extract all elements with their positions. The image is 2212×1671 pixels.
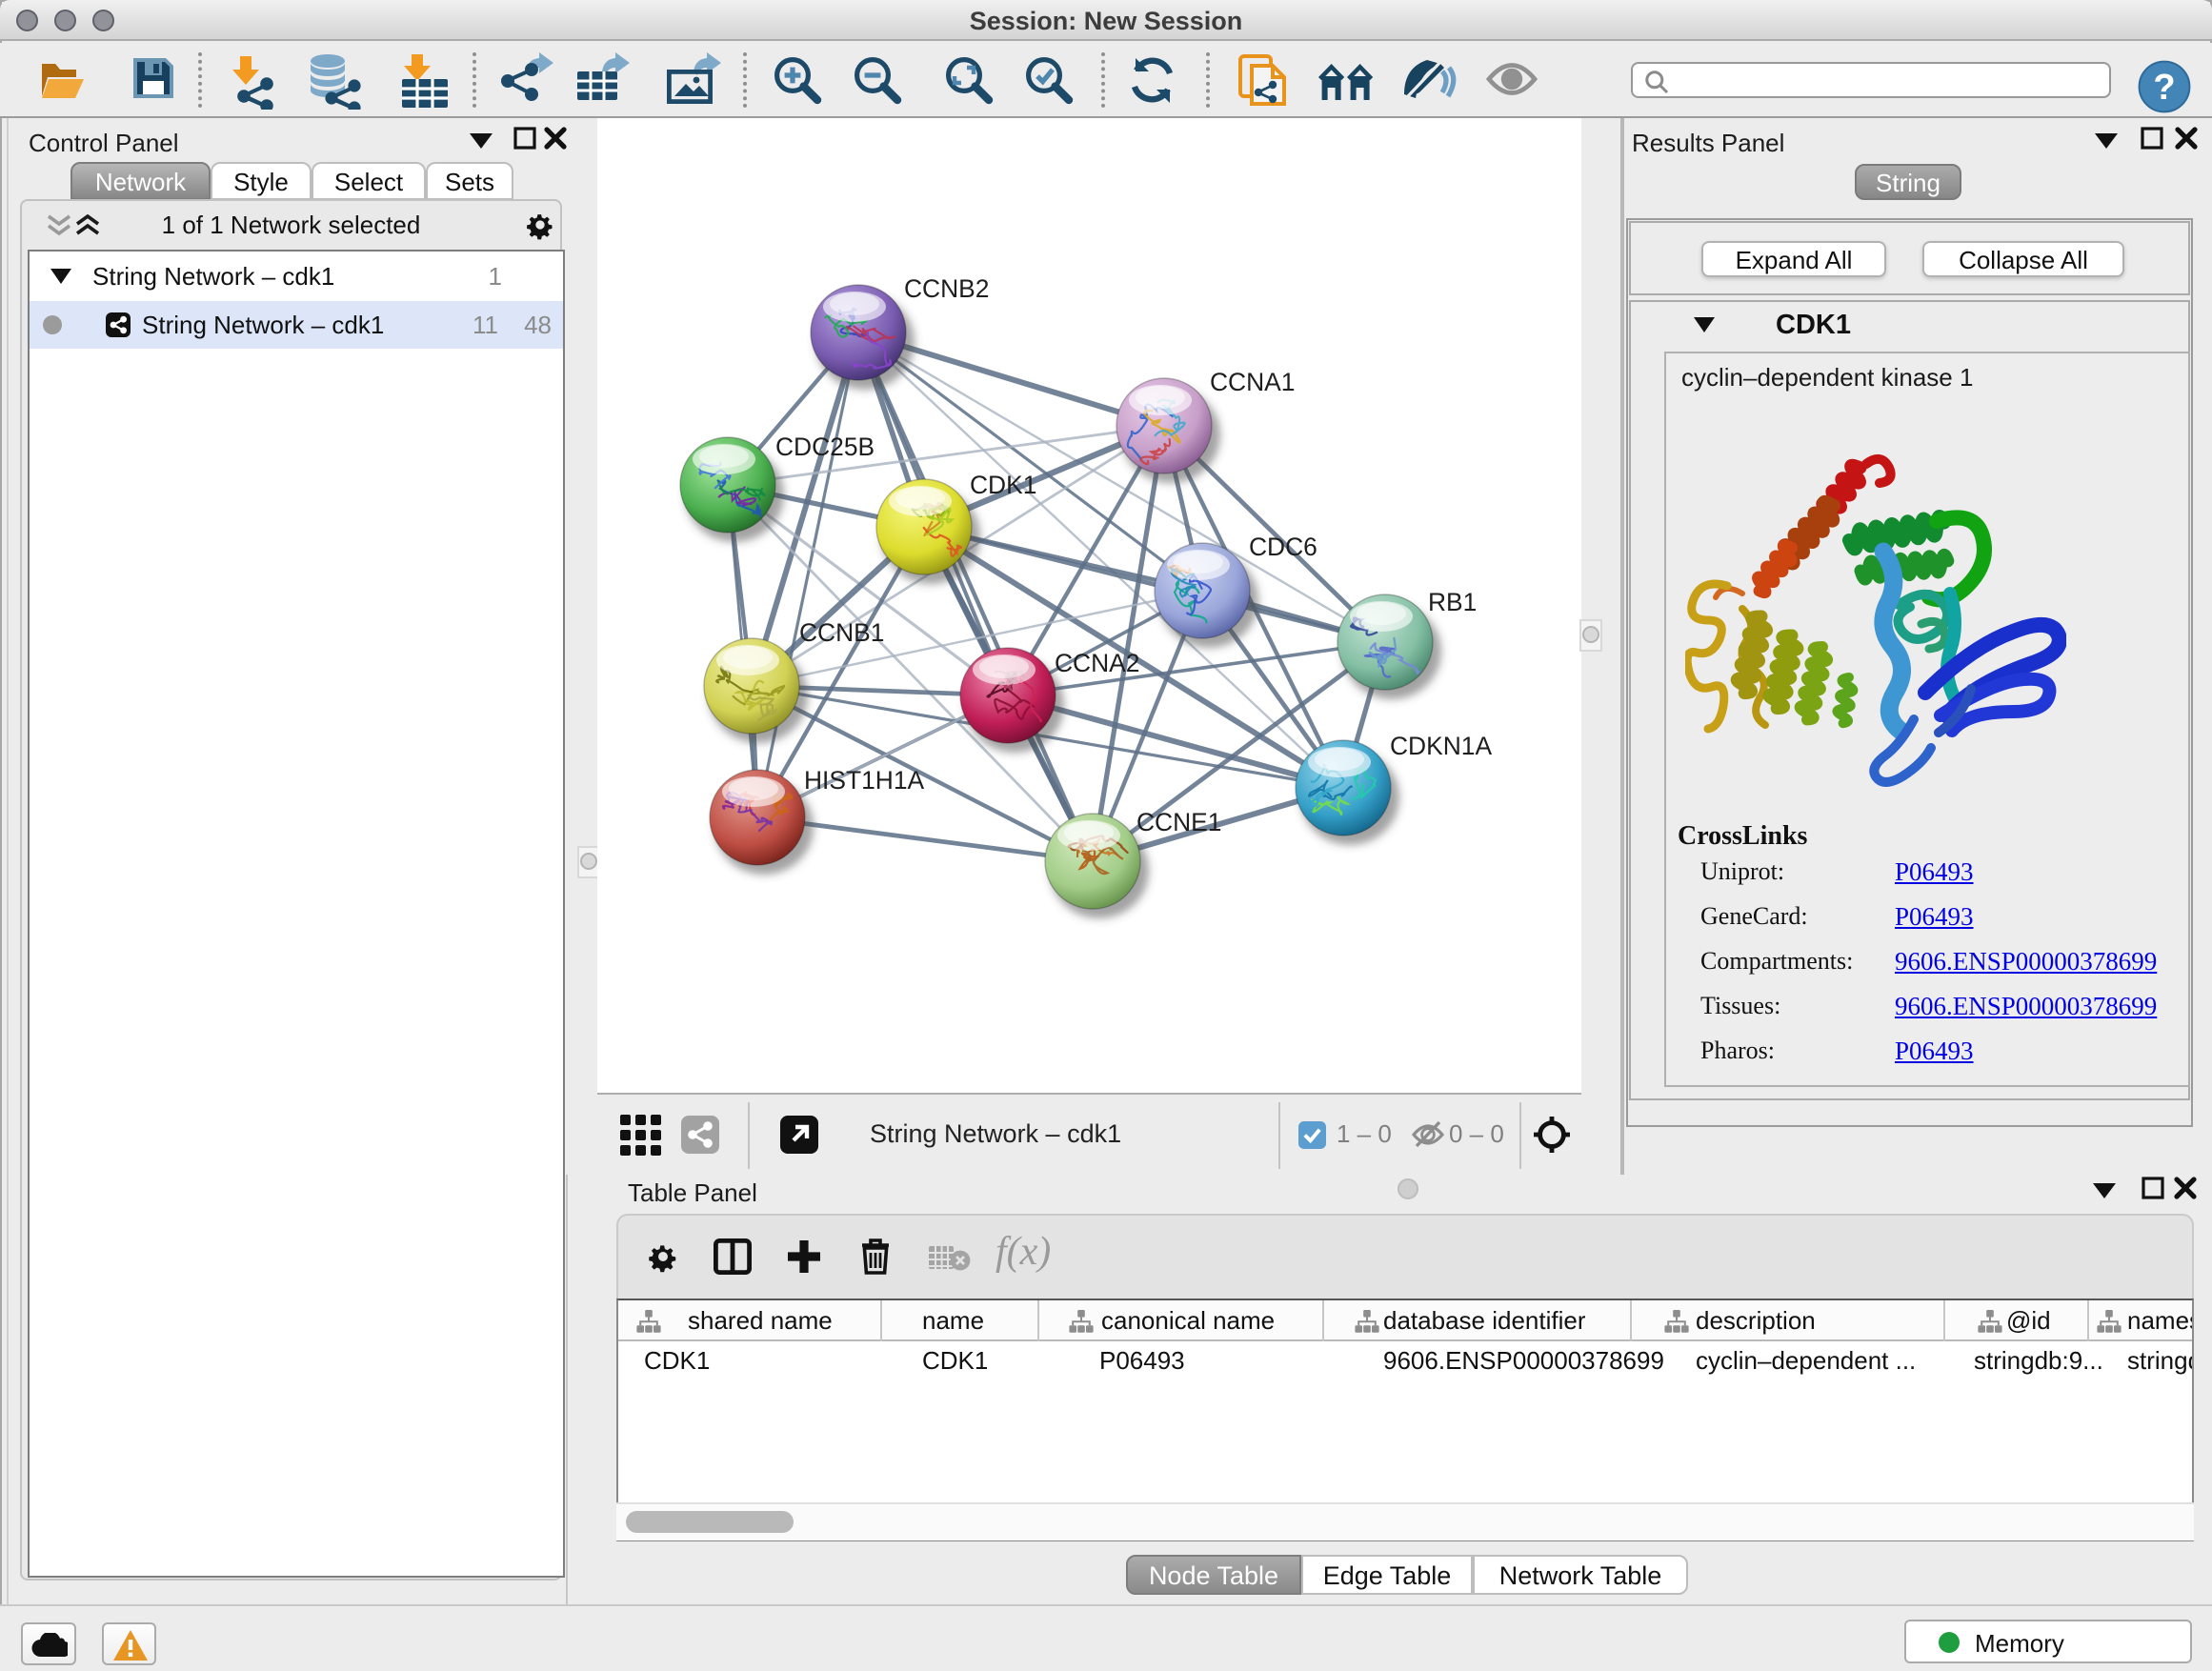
svg-text:HIST1H1A: HIST1H1A — [804, 766, 925, 795]
svg-text:RB1: RB1 — [1428, 588, 1477, 616]
svg-text:CCNB1: CCNB1 — [799, 618, 884, 647]
svg-text:?: ? — [2153, 68, 2175, 108]
svg-text:CCNA2: CCNA2 — [1055, 649, 1139, 677]
svg-text:CCNE1: CCNE1 — [1136, 808, 1221, 836]
svg-text:CCNB2: CCNB2 — [904, 274, 989, 303]
svg-text:CCNA1: CCNA1 — [1210, 368, 1295, 396]
svg-text:CDK1: CDK1 — [970, 471, 1036, 499]
svg-text:CDC6: CDC6 — [1249, 533, 1317, 561]
svg-text:CDKN1A: CDKN1A — [1390, 732, 1492, 760]
svg-text:CDC25B: CDC25B — [775, 433, 875, 461]
